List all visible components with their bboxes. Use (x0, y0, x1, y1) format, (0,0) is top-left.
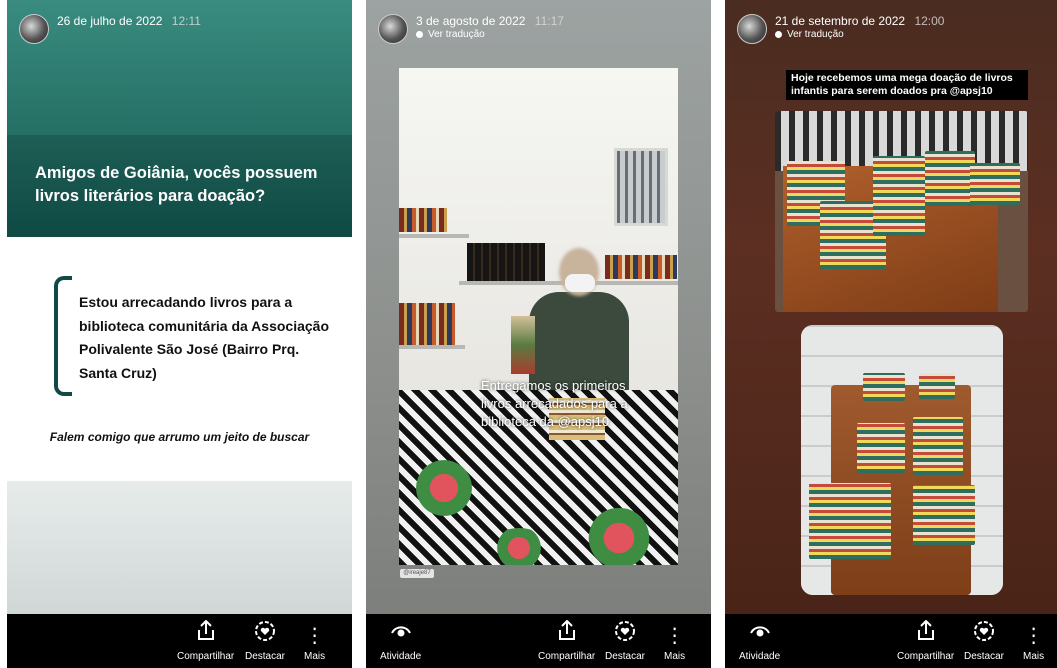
story-header: 3 de agosto de 2022 11:17 Ver tradução (378, 14, 564, 44)
shelf-books (399, 303, 455, 345)
face-mask (565, 274, 595, 292)
story-time: 12:00 (914, 14, 945, 28)
highlight-heart-icon (245, 620, 285, 649)
bottom-fade (7, 481, 352, 614)
share-label: Compartilhar (177, 651, 235, 662)
avatar[interactable] (737, 14, 767, 44)
story-time: 12:11 (171, 14, 201, 28)
book-pile (863, 373, 905, 401)
more-label: Mais (664, 651, 686, 662)
eye-icon (739, 620, 780, 649)
more-vertical-icon: ⋮ (664, 625, 685, 647)
story-date: 26 de julho de 2022 (57, 14, 163, 28)
share-button[interactable]: Compartilhar (538, 619, 596, 662)
book-pile (970, 163, 1020, 205)
books-on-table-photo (775, 111, 1028, 312)
story-header: 26 de julho de 2022 12:11 (19, 14, 201, 44)
shelf (399, 234, 469, 238)
highlight-button[interactable]: Destacar (964, 620, 1004, 662)
story-date: 3 de agosto de 2022 (416, 14, 526, 28)
bracket-decoration (54, 276, 72, 396)
story-content-2[interactable]: 3 de agosto de 2022 11:17 Ver tradução E… (366, 0, 711, 614)
story-content-1[interactable]: 26 de julho de 2022 12:11 Amigos de Goiâ… (7, 0, 352, 614)
highlight-heart-icon (605, 620, 645, 649)
activity-button[interactable]: Atividade (739, 620, 780, 662)
more-vertical-icon: ⋮ (1023, 625, 1044, 647)
window (614, 148, 668, 226)
story-content-3[interactable]: 21 de setembro de 2022 12:00 Ver traduçã… (725, 0, 1057, 614)
avatar[interactable] (19, 14, 49, 44)
photo-tag[interactable]: @ireaje87 (400, 569, 434, 578)
highlight-label: Destacar (605, 651, 646, 662)
more-button[interactable]: ⋮ Mais (664, 623, 685, 662)
eye-icon (380, 620, 421, 649)
translation-link[interactable]: Ver tradução (775, 29, 944, 40)
italic-note: Falem comigo que arrumo um jeito de busc… (49, 430, 310, 444)
book-pile (873, 156, 925, 236)
story-banner-text: Hoje recebemos uma mega doação de livros… (786, 70, 1028, 100)
person-holding-book (511, 248, 639, 398)
book-pile (809, 483, 891, 559)
more-vertical-icon: ⋮ (304, 625, 325, 647)
share-button[interactable]: Compartilhar (897, 619, 955, 662)
flower-print (579, 508, 659, 565)
translation-link[interactable]: Ver tradução (416, 29, 564, 40)
share-label: Compartilhar (538, 651, 596, 662)
share-button[interactable]: Compartilhar (177, 619, 235, 662)
book-pile (913, 417, 963, 475)
story-header: 21 de setembro de 2022 12:00 Ver traduçã… (737, 14, 944, 44)
activity-button[interactable]: Atividade (380, 620, 421, 662)
question-text: Amigos de Goiânia, vocês possuem livros … (35, 164, 318, 205)
share-label: Compartilhar (897, 651, 955, 662)
share-icon (538, 619, 595, 649)
story-panel-2: 3 de agosto de 2022 11:17 Ver tradução E… (366, 0, 711, 668)
story-panel-3: 21 de setembro de 2022 12:00 Ver traduçã… (725, 0, 1057, 668)
body-text: Estou arrecadando livros para a bibliote… (79, 294, 330, 381)
translate-dot-icon (416, 31, 423, 38)
story-time: 11:17 (534, 14, 564, 28)
flower-print (409, 458, 479, 518)
activity-label: Atividade (380, 651, 422, 662)
held-book (511, 316, 535, 374)
highlight-label: Destacar (245, 651, 286, 662)
shelf-books (399, 208, 447, 232)
shelf (399, 345, 465, 349)
book-pile (913, 485, 975, 545)
avatar[interactable] (378, 14, 408, 44)
highlight-heart-icon (964, 620, 1004, 649)
share-icon (897, 619, 954, 649)
library-photo (399, 68, 678, 565)
story-action-bar: Atividade Compartilhar Destacar ⋮ Mais (725, 614, 1057, 668)
story-caption: Entregamos os primeiros livros arrecadad… (481, 378, 628, 429)
story-action-bar: Atividade Compartilhar Destacar ⋮ Mais (366, 614, 711, 668)
flower-print (489, 528, 549, 565)
book-pile (857, 423, 905, 473)
more-button[interactable]: ⋮ Mais (304, 623, 325, 662)
activity-label: Atividade (739, 651, 781, 662)
highlight-label: Destacar (964, 651, 1005, 662)
more-label: Mais (304, 651, 326, 662)
book-pile (925, 151, 975, 206)
books-on-long-table-photo (801, 325, 1003, 595)
story-panel-1: 26 de julho de 2022 12:11 Amigos de Goiâ… (7, 0, 352, 668)
book-pile (919, 373, 955, 399)
highlight-button[interactable]: Destacar (605, 620, 645, 662)
share-icon (177, 619, 234, 649)
highlight-button[interactable]: Destacar (245, 620, 285, 662)
story-action-bar: Compartilhar Destacar ⋮ Mais (7, 614, 352, 668)
translate-dot-icon (775, 31, 782, 38)
more-button[interactable]: ⋮ Mais (1023, 623, 1044, 662)
more-label: Mais (1023, 651, 1045, 662)
story-date: 21 de setembro de 2022 (775, 14, 906, 28)
